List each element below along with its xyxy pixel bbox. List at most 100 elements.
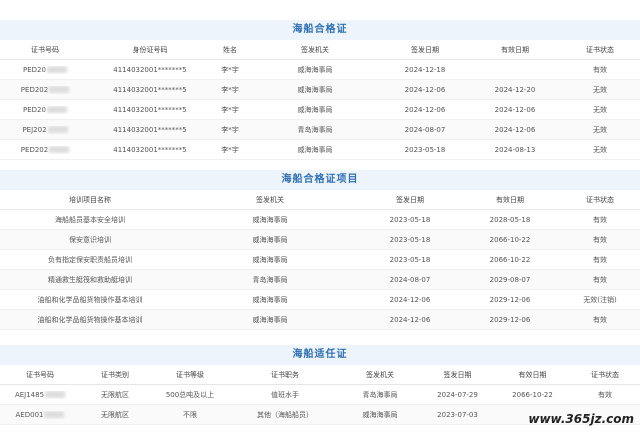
table-row: PED202 4114032001*******5 李*宇 威海海事局 2024… [0, 80, 640, 100]
id-number: 4114032001*******5 [113, 105, 187, 114]
training-items-section: 海船合格证项目 培训项目名称 签发机关 签发日期 有效日期 证书状态 海船船员基… [0, 170, 640, 330]
redaction-blur [46, 106, 67, 113]
expiry-date: 2028-05-18 [489, 215, 531, 224]
training-name: 海船船员基本安全培训 [55, 215, 125, 224]
expiry-date: 2066-10-22 [512, 390, 553, 399]
issuing-authority: 青岛海事局 [297, 125, 333, 134]
issuing-authority: 威海海事局 [297, 85, 333, 94]
issuing-authority: 威海海事局 [252, 295, 288, 304]
cert-status: 有效 [593, 315, 607, 324]
table-row: PED20 4114032001*******5 李*宇 威海海事局 2024-… [0, 60, 640, 80]
cert-status: 无效(注销) [583, 295, 617, 304]
cert-status: 有效 [593, 255, 607, 264]
training-name: 精通救生艇筏和救助艇培训 [48, 275, 132, 284]
issue-date: 2024-12-06 [404, 105, 446, 114]
issue-date: 2024-08-07 [389, 275, 431, 284]
redaction-blur [44, 411, 65, 418]
cert-category: 无限航区 [101, 390, 129, 399]
table-row: 油船和化学品船货物操作基本培训 威海海事局 2024-12-06 2029-12… [0, 290, 640, 310]
table-row: PED202 4114032001*******5 李*宇 威海海事局 2023… [0, 140, 640, 160]
id-number: 4114032001*******5 [113, 125, 187, 134]
issue-date: 2023-05-18 [389, 215, 431, 224]
redaction-blur [49, 86, 70, 93]
expiry-date: 2024-12-06 [494, 125, 536, 134]
id-number: 4114032001*******5 [113, 65, 187, 74]
cert-number: AEJ1485 [14, 390, 45, 399]
col-header: 证书状态 [591, 370, 619, 379]
cert-status: 有效 [598, 390, 612, 399]
cert-status: 有效 [593, 215, 607, 224]
col-header: 培训项目名称 [69, 195, 111, 204]
issue-date: 2023-07-03 [437, 410, 478, 419]
table-header: 证书号码 身份证号码 姓名 签发机关 签发日期 有效日期 证书状态 [0, 40, 640, 60]
issuing-authority: 威海海事局 [252, 255, 288, 264]
col-header: 证书状态 [586, 45, 614, 54]
id-number: 4114032001*******5 [113, 145, 187, 154]
training-name: 油船和化学品船货物操作基本培训 [37, 315, 143, 324]
cert-level: 500总吨及以上 [165, 390, 215, 399]
issuing-authority: 青岛海事局 [252, 275, 288, 284]
cert-number: PED20 [23, 65, 46, 74]
expiry-date: 2029-12-06 [489, 295, 531, 304]
cert-number: AED001 [15, 410, 44, 419]
col-header: 证书类别 [101, 370, 129, 379]
cert-status: 无效 [593, 125, 607, 134]
table-header: 培训项目名称 签发机关 签发日期 有效日期 证书状态 [0, 190, 640, 210]
cert-status: 有效 [593, 275, 607, 284]
col-header: 签发机关 [366, 370, 394, 379]
col-header: 签发日期 [396, 195, 424, 204]
training-name: 负有指定保安职责船员培训 [48, 255, 132, 264]
col-header: 证书职务 [271, 370, 299, 379]
expiry-date: 2066-10-22 [489, 235, 531, 244]
holder-name: 李*宇 [221, 85, 239, 94]
holder-name: 李*宇 [221, 125, 239, 134]
cert-status: 有效 [593, 235, 607, 244]
issue-date: 2024-08-07 [404, 125, 446, 134]
cert-status: 无效 [593, 145, 607, 154]
col-header: 签发机关 [256, 195, 284, 204]
col-header: 有效日期 [501, 45, 529, 54]
section-title: 海船合格证项目 [0, 170, 640, 190]
table-row: AEJ1485 无限航区 500总吨及以上 值班水手 青岛海事局 2024-07… [0, 385, 640, 405]
issuing-authority: 威海海事局 [297, 65, 333, 74]
holder-name: 李*宇 [221, 105, 239, 114]
section-title: 海船合格证 [0, 20, 640, 40]
sea-certificate-section: 海船合格证 证书号码 身份证号码 姓名 签发机关 签发日期 有效日期 证书状态 … [0, 20, 640, 160]
table-body: 海船船员基本安全培训 威海海事局 2023-05-18 2028-05-18 有… [0, 210, 640, 330]
expiry-date: 2024-08-13 [494, 145, 536, 154]
table-row: 油船和化学品船货物操作基本培训 威海海事局 2024-12-06 2029-12… [0, 310, 640, 330]
issue-date: 2024-12-06 [389, 315, 431, 324]
col-header: 有效日期 [518, 370, 547, 379]
issue-date: 2023-05-18 [389, 235, 431, 244]
issuing-authority: 威海海事局 [297, 145, 333, 154]
issuing-authority: 威海海事局 [252, 315, 288, 324]
expiry-date: 2029-12-06 [489, 315, 531, 324]
issuing-authority: 威海海事局 [362, 410, 398, 419]
issuing-authority: 威海海事局 [252, 215, 288, 224]
issuing-authority: 威海海事局 [252, 235, 288, 244]
section-title: 海船适任证 [0, 345, 640, 365]
id-number: 4114032001*******5 [113, 85, 187, 94]
issue-date: 2024-07-29 [437, 390, 478, 399]
holder-name: 李*宇 [221, 145, 239, 154]
redaction-blur [49, 146, 70, 153]
site-watermark: www.365jz.com [528, 412, 634, 426]
redaction-blur [47, 126, 68, 133]
cert-category: 无限航区 [101, 410, 129, 419]
cert-position: 值班水手 [271, 390, 299, 399]
cert-number: PED202 [20, 145, 49, 154]
issue-date: 2024-12-06 [389, 295, 431, 304]
cert-status: 无效 [593, 85, 607, 94]
training-name: 保安意识培训 [69, 235, 111, 244]
issue-date: 2023-05-18 [389, 255, 431, 264]
cert-number: PED202 [20, 85, 49, 94]
table-body: PED20 4114032001*******5 李*宇 威海海事局 2024-… [0, 60, 640, 160]
table-header: 证书号码 证书类别 证书等级 证书职务 签发机关 签发日期 有效日期 证书状态 [0, 365, 640, 385]
expiry-date: 2066-10-22 [489, 255, 531, 264]
col-header: 签发机关 [301, 45, 329, 54]
expiry-date: 2024-12-20 [494, 85, 536, 94]
cert-position: 其他（海船船员） [257, 410, 313, 419]
table-row: 负有指定保安职责船员培训 威海海事局 2023-05-18 2066-10-22… [0, 250, 640, 270]
col-header: 证书状态 [586, 195, 614, 204]
issue-date: 2024-12-06 [404, 85, 446, 94]
